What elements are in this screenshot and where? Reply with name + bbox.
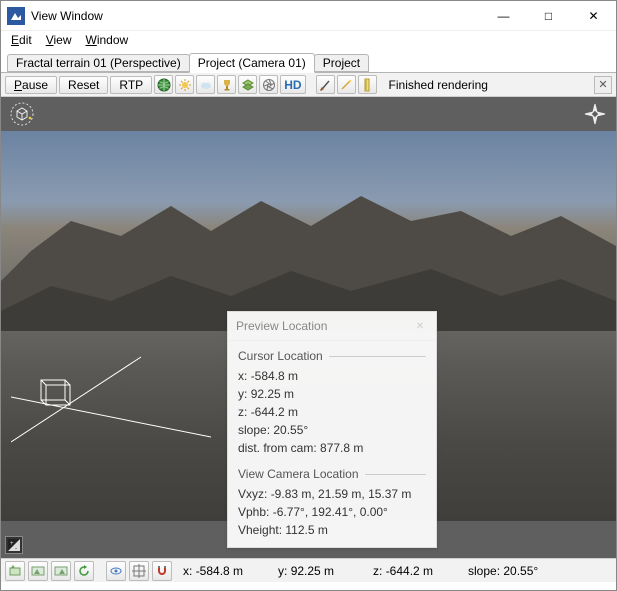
cursor-section-label: Cursor Location [238,349,323,363]
x-label: x: [238,369,247,383]
slope-value: 20.55° [273,423,308,437]
brush-icon[interactable] [316,75,335,94]
status-slope-value: 20.55° [503,564,538,578]
vxyz-label: Vxyz: [238,487,267,501]
status-slope-label: slope: [468,564,500,578]
toolbar-close-icon[interactable]: ✕ [594,76,612,94]
svg-text:-: - [15,546,17,551]
vheight-value: 112.5 m [285,523,327,537]
titlebar: View Window — □ ✕ [1,1,616,31]
cloud-icon[interactable] [196,75,215,94]
slope-label: slope: [238,423,270,437]
aperture-icon[interactable] [259,75,278,94]
close-button[interactable]: ✕ [571,1,616,31]
orientation-cube-icon[interactable] [9,101,35,127]
y-label: y: [238,387,247,401]
app-icon [7,7,25,25]
tabs-row: Fractal terrain 01 (Perspective) Project… [1,51,616,73]
crosshair-icon[interactable] [129,561,149,581]
rtp-button[interactable]: RTP [110,76,152,94]
pause-button[interactable]: Pause [5,76,57,94]
svg-text:+: + [10,541,14,547]
save-view-icon[interactable] [5,561,25,581]
dist-value: 877.8 m [320,441,363,455]
thumbnail-a-icon[interactable] [28,561,48,581]
status-y-label: y: [278,564,287,578]
menubar: Edit View Window [1,31,616,51]
status-z-value: -644.2 m [386,564,433,578]
panel-title: Preview Location [236,319,327,333]
tab-project[interactable]: Project [314,54,369,72]
panel-close-icon[interactable]: ✕ [412,318,428,334]
hd-button[interactable]: HD [280,75,305,94]
globe-icon[interactable] [154,75,173,94]
menu-edit[interactable]: Edit [11,33,32,47]
magnet-icon[interactable] [152,561,172,581]
vheight-label: Vheight: [238,523,282,537]
render-status-text: Finished rendering [389,78,488,92]
tab-project-camera01[interactable]: Project (Camera 01) [189,53,315,73]
reset-button[interactable]: Reset [59,76,108,94]
window-title: View Window [31,9,103,23]
exposure-icon[interactable]: +- [5,536,23,554]
thumbnail-b-icon[interactable] [51,561,71,581]
toolbar: Pause Reset RTP HD Finished rendering ✕ [1,73,616,97]
vphb-label: Vphb: [238,505,269,519]
statusbar: x: -584.8 m y: 92.25 m z: -644.2 m slope… [1,558,616,582]
status-x-label: x: [183,564,192,578]
tab-fractal-terrain[interactable]: Fractal terrain 01 (Perspective) [7,54,190,72]
compass-icon[interactable] [582,101,608,127]
x-value: -584.8 m [251,369,298,383]
z-value: -644.2 m [251,405,298,419]
wand-icon[interactable] [337,75,356,94]
menu-view[interactable]: View [46,33,72,47]
menu-window[interactable]: Window [86,33,129,47]
ruler-icon[interactable] [358,75,377,94]
sun-icon[interactable] [175,75,194,94]
status-x-value: -584.8 m [196,564,243,578]
maximize-button[interactable]: □ [526,1,571,31]
dist-label: dist. from cam: [238,441,317,455]
vxyz-value: -9.83 m, 21.59 m, 15.37 m [271,487,412,501]
trophy-icon[interactable] [217,75,236,94]
minimize-button[interactable]: — [481,1,526,31]
render-viewport[interactable]: Preview Location ✕ Cursor Location x: -5… [1,97,616,558]
eye-icon[interactable] [106,561,126,581]
preview-location-panel: Preview Location ✕ Cursor Location x: -5… [227,311,437,548]
y-value: 92.25 m [251,387,294,401]
status-y-value: 92.25 m [291,564,334,578]
vphb-value: -6.77°, 192.41°, 0.00° [273,505,388,519]
layers-icon[interactable] [238,75,257,94]
refresh-icon[interactable] [74,561,94,581]
z-label: z: [238,405,247,419]
status-z-label: z: [373,564,382,578]
camera-section-label: View Camera Location [238,467,359,481]
